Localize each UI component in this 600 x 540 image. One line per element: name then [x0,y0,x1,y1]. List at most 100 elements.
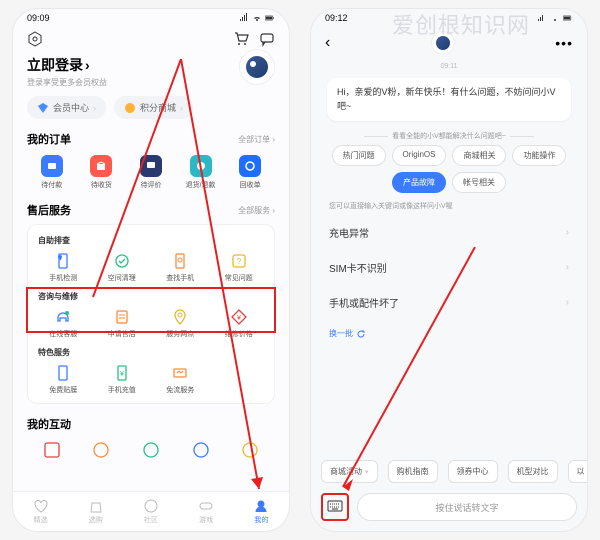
faq[interactable]: ?常见问题 [210,252,269,283]
tag-function[interactable]: 功能操作 [512,145,566,166]
comment-icon [145,160,157,172]
tag-account[interactable]: 帐号相关 [452,172,506,193]
community-icon [143,498,159,514]
order-refund[interactable]: 退货/退款 [176,155,226,190]
recycle-icon [244,160,256,172]
chip-row[interactable]: 商城活动▾ 购机指南 领券中心 机型对比 以 [311,460,587,483]
all-orders-link[interactable]: 全部订单 › [238,134,275,145]
svg-text:?: ? [237,257,242,266]
interact-icon-4[interactable] [191,440,211,460]
recharge[interactable]: ¥手机充值 [93,364,152,395]
chip-more[interactable]: 以 [568,460,587,483]
voice-input[interactable]: 按住说话转文字 [357,493,577,521]
points-mall-pill[interactable]: 积分商城› [114,96,193,119]
orders-title: 我的订单 [27,131,71,147]
order-pending-review[interactable]: 待评价 [126,155,176,190]
watermark-text: 爱创根知识网 [392,8,530,40]
phone-icon [54,252,72,270]
hint-text-2: 您可以直接输入关键词或像这样问小V喔 [311,193,587,215]
recharge-icon: ¥ [113,364,131,382]
chat-icon[interactable] [259,31,275,47]
question-icon: ? [230,252,248,270]
greeting-bubble: Hi，亲爱的V粉，新年快乐！有什么问题，不妨问问小V吧~ [327,78,571,121]
find-phone[interactable]: 查找手机 [151,252,210,283]
input-bar: 按住说话转文字 [311,489,587,525]
interact-section: 我的互动 [13,412,289,464]
tag-fault[interactable]: 产品故障 [392,172,446,193]
svg-text:¥: ¥ [120,371,124,378]
cart-icon[interactable] [233,31,249,47]
film-icon [54,364,72,382]
pill-row: 会员中心› 积分商城› [13,96,289,127]
service-card: 自助排查 手机检测 空间清理 查找手机 ?常见问题 咨询与维修 在线客服 申请售… [27,224,275,404]
question-charge[interactable]: 充电异常› [311,215,587,250]
aftersale-section: 售后服务 全部服务 › 自助排查 手机检测 空间清理 查找手机 ?常见问题 咨询与… [13,198,289,404]
back-button[interactable]: ‹ [325,34,330,52]
question-broken[interactable]: 手机或配件坏了› [311,285,587,320]
status-icons [537,13,573,23]
tag-mall[interactable]: 商城相关 [452,145,506,166]
tab-bar: 精选 选购 社区 游戏 我的 [13,491,289,531]
chip-compare[interactable]: 机型对比 [508,460,558,483]
clean-icon [113,252,131,270]
refresh-link[interactable]: 换一批 [311,320,587,347]
locate-icon [171,252,189,270]
keyboard-button[interactable] [321,493,349,521]
question-sim[interactable]: SIM卡不识别› [311,250,587,285]
interact-icon-1[interactable] [42,440,62,460]
settings-icon[interactable] [27,31,43,47]
tag-origin[interactable]: OriginOS [392,145,447,166]
tab-community[interactable]: 社区 [143,498,159,525]
tab-mine[interactable]: 我的 [253,498,269,525]
wifi-icon [550,13,560,23]
phone-left: 09:09 立即登录› 登录享受更多会员权益 会员中心› 积分商城› 我的订单全… [12,8,290,532]
battery-icon [265,13,275,23]
coin-icon [124,102,136,114]
status-time: 09:12 [325,13,348,23]
interact-icon-2[interactable] [91,440,111,460]
tab-shop[interactable]: 选购 [88,498,104,525]
chevron-right-icon: › [566,227,569,238]
chip-coupon[interactable]: 领券中心 [448,460,498,483]
signal-icon [537,13,547,23]
status-bar: 09:09 [13,9,289,27]
orders-section: 我的订单 全部订单 › 待付款 待收货 待评价 退货/退款 回收单 [13,127,289,198]
avatar[interactable] [239,49,275,85]
space-clean[interactable]: 空间清理 [93,252,152,283]
order-pending-receive[interactable]: 待收货 [77,155,127,190]
status-time: 09:09 [27,13,50,23]
feature-title: 特色服务 [38,347,264,358]
more-button[interactable]: ••• [555,35,573,51]
box-icon [95,160,107,172]
phone-check[interactable]: 手机检测 [34,252,93,283]
free-film[interactable]: 免费贴膜 [34,364,93,395]
interact-icon-3[interactable] [141,440,161,460]
tab-featured[interactable]: 精选 [33,498,49,525]
order-pending-pay[interactable]: 待付款 [27,155,77,190]
status-icons [239,13,275,23]
free-data[interactable]: 免流服务 [151,364,210,395]
chevron-right-icon: › [566,262,569,273]
keyboard-icon [327,500,343,514]
aftersale-title: 售后服务 [27,202,71,218]
order-recycle[interactable]: 回收单 [225,155,275,190]
all-services-link[interactable]: 全部服务 › [238,205,275,216]
chip-activity[interactable]: 商城活动▾ [321,460,378,483]
diamond-icon [37,102,49,114]
tag-group: 热门问题 OriginOS 商城相关 功能操作 产品故障 帐号相关 [311,145,587,193]
member-center-pill[interactable]: 会员中心› [27,96,106,119]
refresh-icon [356,329,366,339]
interact-icon-5[interactable] [240,440,260,460]
chevron-right-icon: › [566,297,569,308]
tag-hot[interactable]: 热门问题 [332,145,386,166]
battery-icon [563,13,573,23]
phone-right: 09:12 ‹ ••• 09:11 Hi，亲爱的V粉，新年快乐！有什么问题，不妨… [310,8,588,532]
chevron-down-icon: ▾ [365,468,369,476]
login-subtitle: 登录享受更多会员权益 [27,77,275,88]
heart-icon [33,498,49,514]
top-bar [13,27,289,51]
login-title: 立即登录› [27,55,275,75]
tab-game[interactable]: 游戏 [198,498,214,525]
data-icon [171,364,189,382]
chip-guide[interactable]: 购机指南 [388,460,438,483]
